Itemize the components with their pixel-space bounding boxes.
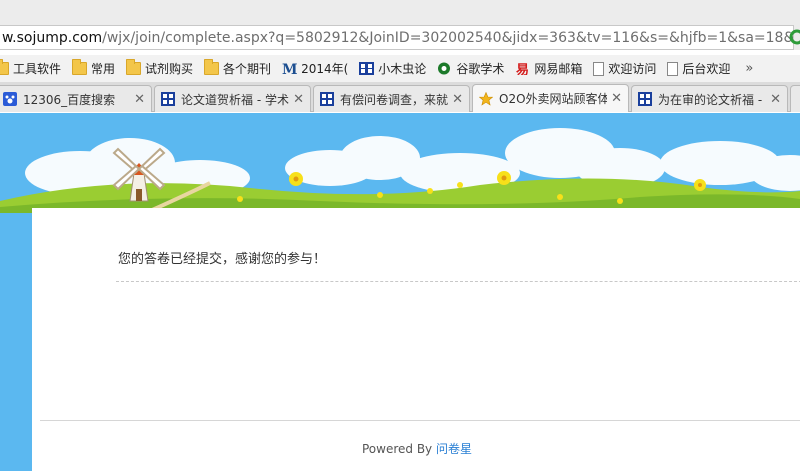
bookmark-label: 网易邮箱 bbox=[534, 62, 583, 76]
green-circle-icon bbox=[438, 62, 451, 75]
page-icon bbox=[593, 61, 605, 76]
bookmark-label: 常用 bbox=[91, 62, 116, 76]
bookmarks-bar: 工具软件 常用 试剂购买 各个期刊 M 2014年( 小木虫论 谷歌学术 易 网… bbox=[0, 55, 800, 82]
bookmark-label: 后台欢迎 bbox=[682, 62, 731, 76]
bookmark-label: 2014年( bbox=[301, 62, 349, 76]
tab-title: 论文道贺析福 - 学术 bbox=[181, 92, 289, 107]
folder-icon bbox=[72, 59, 88, 75]
tab-strip: 12306_百度搜索 ✕ 论文道贺析福 - 学术 ✕ 有偿问卷调查，来就 ✕ O… bbox=[0, 82, 800, 112]
grid-logo-icon bbox=[359, 62, 375, 75]
bookmark-reagents[interactable]: 试剂购买 bbox=[126, 59, 194, 77]
svg-text:M: M bbox=[282, 62, 297, 75]
powered-by-label: Powered By bbox=[361, 442, 433, 456]
grid-logo-icon bbox=[161, 92, 175, 106]
bookmark-2014[interactable]: M 2014年( bbox=[282, 60, 348, 77]
folder-icon bbox=[204, 59, 220, 75]
bookmark-label: 各个期刊 bbox=[223, 62, 272, 76]
close-icon[interactable]: ✕ bbox=[134, 93, 145, 106]
close-icon[interactable]: ✕ bbox=[770, 93, 781, 106]
page-viewport: 您的答卷已经提交，感谢您的参与！ Powered By 问卷星 bbox=[0, 113, 800, 471]
tab-title: 为在审的论文祈福 - bbox=[658, 92, 763, 107]
folder-icon bbox=[0, 59, 9, 75]
divider-dashed bbox=[116, 281, 800, 282]
wenjuanxing-link[interactable]: 问卷星 bbox=[436, 442, 472, 456]
extension-icon[interactable] bbox=[788, 29, 800, 45]
bookmark-netease-mail[interactable]: 易 网易邮箱 bbox=[515, 60, 582, 77]
tab-muchong-3[interactable]: 为在审的论文祈福 - ✕ bbox=[631, 85, 788, 112]
bookmark-admin[interactable]: 后台欢迎 bbox=[667, 60, 730, 77]
tab-title: O2O外卖网站顾客体 bbox=[499, 92, 608, 106]
bookmarks-overflow-icon[interactable]: » bbox=[745, 61, 753, 76]
tab-baidu[interactable]: 12306_百度搜索 ✕ bbox=[0, 85, 152, 112]
bookmark-label: 试剂购买 bbox=[145, 62, 194, 76]
bookmark-welcome[interactable]: 欢迎访问 bbox=[593, 60, 656, 77]
page-icon bbox=[667, 61, 679, 76]
powered-by-footer: Powered By 问卷星 bbox=[32, 440, 800, 457]
bookmark-muchong[interactable]: 小木虫论 bbox=[359, 60, 426, 77]
submission-message: 您的答卷已经提交，感谢您的参与！ bbox=[118, 252, 327, 267]
bookmark-journals[interactable]: 各个期刊 bbox=[204, 59, 272, 77]
baidu-paw-icon bbox=[3, 92, 17, 106]
address-bar-area: w.sojump.com/wjx/join/complete.aspx?q=58… bbox=[0, 0, 800, 50]
bookmark-label: 小木虫论 bbox=[378, 62, 427, 76]
star-icon bbox=[479, 91, 493, 106]
bookmark-common[interactable]: 常用 bbox=[72, 59, 116, 77]
tab-survey-active[interactable]: O2O外卖网站顾客体 ✕ bbox=[472, 84, 629, 112]
m-logo-icon: M bbox=[282, 62, 297, 75]
tab-muchong-1[interactable]: 论文道贺析福 - 学术 ✕ bbox=[154, 85, 311, 112]
bookmark-tools[interactable]: 工具软件 bbox=[0, 59, 62, 77]
url-path: /wjx/join/complete.aspx?q=5802912&JoinID… bbox=[102, 29, 794, 46]
grid-logo-icon bbox=[638, 92, 652, 106]
svg-text:易: 易 bbox=[516, 63, 529, 75]
close-icon[interactable]: ✕ bbox=[452, 93, 463, 106]
close-icon[interactable]: ✕ bbox=[293, 93, 304, 106]
tab-title: 有偿问卷调查，来就 bbox=[340, 92, 449, 107]
tab-title: 12306_百度搜索 bbox=[23, 92, 116, 107]
footer-divider bbox=[40, 420, 800, 421]
url-host: w.sojump.com bbox=[2, 29, 103, 46]
new-tab-button[interactable] bbox=[790, 85, 800, 112]
close-icon[interactable]: ✕ bbox=[611, 92, 622, 105]
netease-icon: 易 bbox=[516, 63, 529, 75]
bookmark-label: 谷歌学术 bbox=[456, 62, 505, 76]
bookmark-label: 欢迎访问 bbox=[608, 62, 657, 76]
grid-logo-icon bbox=[320, 92, 334, 106]
tab-muchong-2[interactable]: 有偿问卷调查，来就 ✕ bbox=[313, 85, 470, 112]
completion-card: 您的答卷已经提交，感谢您的参与！ Powered By 问卷星 bbox=[32, 208, 800, 471]
url-input[interactable]: w.sojump.com/wjx/join/complete.aspx?q=58… bbox=[0, 25, 794, 50]
folder-icon bbox=[126, 59, 142, 75]
bookmark-label: 工具软件 bbox=[13, 62, 62, 76]
bookmark-scholar[interactable]: 谷歌学术 bbox=[437, 60, 504, 77]
landscape-banner bbox=[0, 128, 800, 213]
